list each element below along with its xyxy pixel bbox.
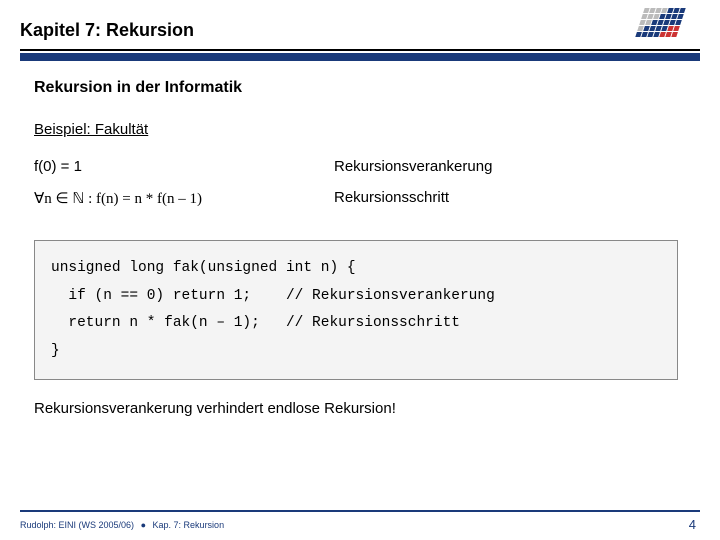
slide-title: Kapitel 7: Rekursion	[20, 20, 720, 45]
code-line: if (n == 0) return 1; // Rekursionsveran…	[51, 283, 661, 311]
section-heading: Rekursion in der Informatik	[34, 79, 686, 97]
def-row: ∀n ∈ ℕ : f(n) = n * f(n – 1) Rekursionss…	[34, 189, 686, 222]
footer-author: Rudolph: EINI (WS 2005/06)	[20, 520, 134, 530]
code-line: unsigned long fak(unsigned int n) {	[51, 255, 661, 283]
def-row: f(0) = 1 Rekursionsverankerung	[34, 158, 686, 189]
def-right: Rekursionsverankerung	[334, 158, 686, 189]
code-block: unsigned long fak(unsigned int n) { if (…	[34, 240, 678, 380]
def-left: f(0) = 1	[34, 158, 334, 189]
footer-divider	[20, 510, 700, 512]
bullet-icon: ●	[141, 520, 146, 530]
note-text: Rekursionsverankerung verhindert endlose…	[34, 400, 686, 417]
code-line: }	[51, 338, 661, 366]
def-left: ∀n ∈ ℕ : f(n) = n * f(n – 1)	[34, 189, 334, 222]
def-right: Rekursionsschritt	[334, 189, 686, 222]
content-area: Rekursion in der Informatik Beispiel: Fa…	[0, 61, 720, 417]
footer-chapter: Kap. 7: Rekursion	[153, 520, 225, 530]
slide-header: Kapitel 7: Rekursion	[0, 0, 720, 61]
page-number: 4	[689, 517, 696, 532]
definition-table: f(0) = 1 Rekursionsverankerung ∀n ∈ ℕ : …	[34, 158, 686, 222]
footer-text: Rudolph: EINI (WS 2005/06) ● Kap. 7: Rek…	[20, 520, 224, 530]
brand-logo	[640, 8, 700, 48]
title-underline	[20, 49, 700, 51]
code-line: return n * fak(n – 1); // Rekursionsschr…	[51, 310, 661, 338]
title-blue-bar	[20, 53, 700, 61]
subheading: Beispiel: Fakultät	[34, 121, 686, 138]
